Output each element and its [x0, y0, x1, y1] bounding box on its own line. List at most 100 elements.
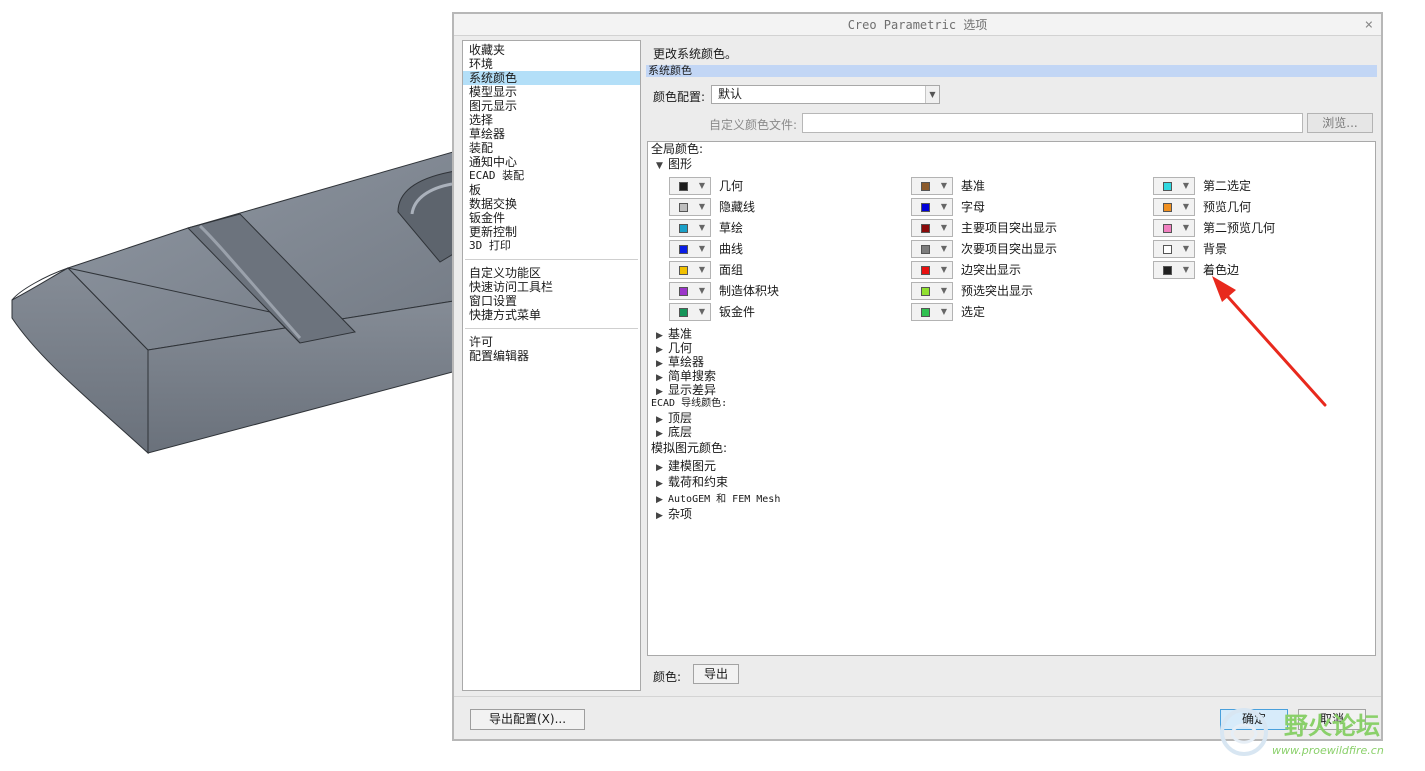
nav-item[interactable]: 环境 [463, 57, 640, 71]
group-heading: ECAD 导线颜色: [651, 398, 728, 409]
color-group[interactable]: ▶ 底层 [656, 425, 692, 441]
color-label: 基准 [961, 179, 986, 193]
color-label: 预选突出显示 [961, 284, 1034, 298]
nav-item[interactable]: 选择 [463, 113, 640, 127]
nav-item[interactable]: 收藏夹 [463, 43, 640, 57]
watermark-logo-icon [1220, 708, 1268, 756]
dialog-titlebar[interactable]: Creo Parametric 选项 × [454, 14, 1381, 36]
color-label: 几何 [719, 179, 744, 193]
chevron-down-icon: ▼ [940, 286, 947, 295]
annotation-arrow-icon [1212, 276, 1327, 407]
chevron-down-icon: ▼ [940, 307, 947, 316]
nav-item[interactable]: 快速访问工具栏 [463, 280, 640, 294]
color-picker-button[interactable]: ▼ [669, 219, 711, 237]
color-swatch [679, 182, 688, 191]
chevron-down-icon: ▼ [698, 244, 705, 253]
color-picker-button[interactable]: ▼ [911, 261, 953, 279]
nav-item[interactable]: 自定义功能区 [463, 266, 640, 280]
nav-item[interactable]: 许可 [463, 335, 640, 349]
color-picker-button[interactable]: ▼ [911, 219, 953, 237]
color-picker-button[interactable]: ▼ [669, 177, 711, 195]
color-scheme-select[interactable]: 默认 ▼ [711, 85, 940, 104]
export-button[interactable]: 导出 [693, 664, 739, 684]
nav-item[interactable]: 通知中心 [463, 155, 640, 169]
options-nav: 收藏夹 环境 系统颜色 模型显示 图元显示 选择 草绘器 装配 通知中心 ECAD 装配板数据交换… [462, 40, 641, 691]
color-picker-button[interactable]: ▼ [911, 177, 953, 195]
expand-triangle-icon[interactable]: ▶ [656, 493, 668, 507]
color-picker-button[interactable]: ▼ [911, 282, 953, 300]
color-picker-button[interactable]: ▼ [1153, 261, 1195, 279]
nav-item[interactable]: 数据交换 [463, 197, 640, 211]
nav-item[interactable]: 快捷方式菜单 [463, 308, 640, 322]
nav-item[interactable]: 图元显示 [463, 99, 640, 113]
nav-item[interactable]: 板 [463, 183, 640, 197]
color-group[interactable]: ▶ 建模图元 [656, 459, 716, 475]
close-icon[interactable]: × [1365, 14, 1373, 36]
color-export-label: 颜色: [653, 670, 682, 684]
chevron-down-icon: ▼ [698, 202, 705, 211]
graphics-group[interactable]: ▼ 图形 [656, 157, 692, 173]
color-picker-button[interactable]: ▼ [1153, 219, 1195, 237]
color-picker-button[interactable]: ▼ [1153, 198, 1195, 216]
color-swatch [679, 266, 688, 275]
color-picker-button[interactable]: ▼ [911, 198, 953, 216]
nav-item[interactable]: 草绘器 [463, 127, 640, 141]
color-label: 草绘 [719, 221, 744, 235]
expand-triangle-icon[interactable]: ▶ [656, 461, 668, 475]
chevron-down-icon: ▼ [1182, 265, 1189, 274]
chevron-down-icon: ▼ [940, 244, 947, 253]
color-picker-button[interactable]: ▼ [1153, 240, 1195, 258]
color-label: 次要项目突出显示 [961, 242, 1058, 256]
chevron-down-icon: ▼ [1182, 244, 1189, 253]
nav-item[interactable]: 装配 [463, 141, 640, 155]
color-label: 选定 [961, 305, 986, 319]
dialog-title: Creo Parametric 选项 [847, 18, 988, 32]
color-swatch [921, 182, 930, 191]
color-picker-button[interactable]: ▼ [669, 282, 711, 300]
part-model-viewport[interactable] [0, 0, 460, 771]
nav-item[interactable]: 系统颜色 [463, 71, 640, 85]
custom-color-file-label: 自定义颜色文件: [709, 118, 798, 132]
browse-button[interactable]: 浏览... [1307, 113, 1373, 133]
color-label: 制造体积块 [719, 284, 780, 298]
color-swatch [1163, 266, 1172, 275]
color-swatch [921, 245, 930, 254]
color-picker-button[interactable]: ▼ [669, 240, 711, 258]
color-picker-button[interactable]: ▼ [669, 198, 711, 216]
color-picker-button[interactable]: ▼ [911, 240, 953, 258]
chevron-down-icon[interactable]: ▼ [925, 86, 939, 103]
color-label: 背景 [1203, 242, 1228, 256]
color-swatch [921, 224, 930, 233]
color-picker-button[interactable]: ▼ [1153, 177, 1195, 195]
expand-triangle-icon[interactable]: ▶ [656, 427, 668, 441]
chevron-down-icon: ▼ [940, 265, 947, 274]
export-config-button[interactable]: 导出配置(X)... [470, 709, 585, 730]
color-picker-button[interactable]: ▼ [669, 303, 711, 321]
nav-item[interactable]: 窗口设置 [463, 294, 640, 308]
nav-item[interactable]: 3D 打印 [463, 239, 640, 253]
nav-item[interactable]: ECAD 装配 [463, 169, 640, 183]
nav-item[interactable]: 钣金件 [463, 211, 640, 225]
custom-color-file-input[interactable] [802, 113, 1303, 133]
nav-item[interactable]: 更新控制 [463, 225, 640, 239]
color-swatch [1163, 245, 1172, 254]
expand-triangle-icon[interactable]: ▶ [656, 477, 668, 491]
color-label: 曲线 [719, 242, 744, 256]
expand-triangle-icon[interactable]: ▶ [656, 509, 668, 523]
chevron-down-icon: ▼ [940, 181, 947, 190]
section-header: 系统颜色 [646, 65, 1377, 77]
color-group[interactable]: ▶ 杂项 [656, 507, 692, 523]
nav-item[interactable]: 配置编辑器 [463, 349, 640, 363]
color-swatch [921, 308, 930, 317]
color-group[interactable]: ▶ 载荷和约束 [656, 475, 728, 491]
color-picker-button[interactable]: ▼ [911, 303, 953, 321]
color-label: 边突出显示 [961, 263, 1022, 277]
color-picker-button[interactable]: ▼ [669, 261, 711, 279]
nav-divider [465, 328, 638, 329]
color-swatch [679, 245, 688, 254]
nav-item[interactable]: 模型显示 [463, 85, 640, 99]
color-swatch [921, 266, 930, 275]
color-swatch [921, 203, 930, 212]
color-group[interactable]: ▶ AutoGEM 和 FEM Mesh [656, 491, 780, 507]
collapse-triangle-icon[interactable]: ▼ [656, 159, 668, 173]
